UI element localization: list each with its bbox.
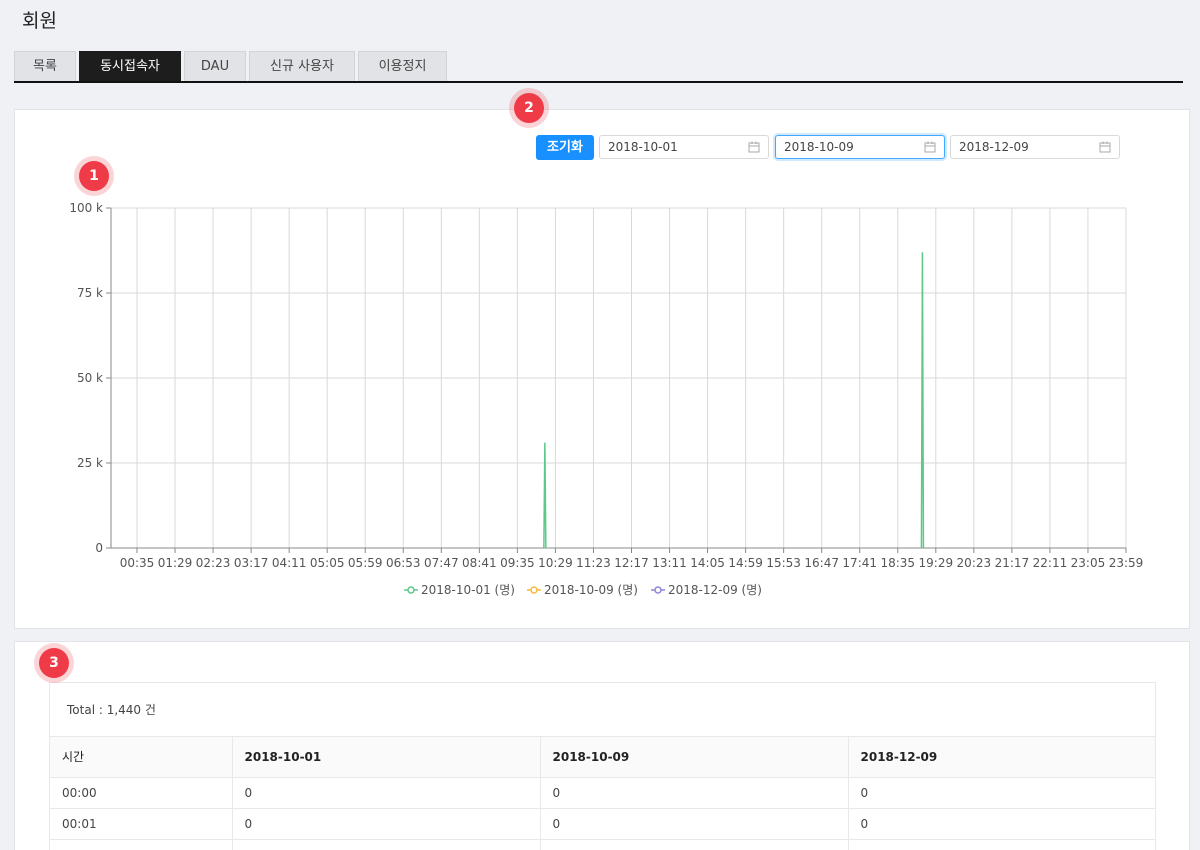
table-cell: 0 (540, 777, 849, 809)
x-tick-label: 10:29 (538, 556, 573, 570)
annotation-marker-3: 3 (39, 648, 69, 678)
x-tick-label: 13:11 (652, 556, 687, 570)
legend-swatch-dot (530, 586, 538, 594)
x-tick-label: 01:29 (158, 556, 193, 570)
x-tick-label: 12:17 (614, 556, 649, 570)
y-tick-label: 100 k (69, 201, 103, 215)
table-panel: Total : 1,440 건 시간 2018-10-01 2018-10-09… (14, 641, 1190, 850)
table-row: 00:00 0 0 0 (50, 777, 1155, 809)
data-table: 시간 2018-10-01 2018-10-09 2018-12-09 00:0… (50, 737, 1155, 850)
column-header-date1[interactable]: 2018-10-01 (232, 737, 541, 778)
tab-new-users[interactable]: 신규 사용자 (249, 51, 355, 81)
legend-label-2: 2018-10-09 (명) (544, 583, 638, 597)
table-cell: 0 (848, 839, 1155, 850)
tab-bar: 목록 동시접속자 DAU 신규 사용자 이용정지 (14, 51, 1183, 83)
x-tick-label: 23:59 (1109, 556, 1144, 570)
column-header-date3[interactable]: 2018-12-09 (848, 737, 1155, 778)
x-tick-label: 05:05 (310, 556, 345, 570)
table-cell: 00:02 (50, 839, 233, 850)
legend-swatch-dot (654, 586, 662, 594)
tab-dau[interactable]: DAU (184, 51, 246, 81)
x-tick-label: 15:53 (766, 556, 801, 570)
x-tick-label: 18:35 (880, 556, 915, 570)
tab-suspended[interactable]: 이용정지 (358, 51, 447, 81)
table-row: 00:02 0 0 0 (50, 839, 1155, 850)
table-cell: 0 (232, 808, 541, 840)
x-tick-label: 16:47 (804, 556, 839, 570)
x-tick-label: 00:35 (120, 556, 155, 570)
x-tick-label: 14:05 (690, 556, 725, 570)
table-cell: 0 (232, 839, 541, 850)
x-tick-label: 17:41 (842, 556, 877, 570)
annotation-marker-2: 2 (514, 93, 544, 123)
x-tick-label: 07:47 (424, 556, 459, 570)
page-title: 회원 (22, 10, 57, 32)
x-tick-label: 11:23 (576, 556, 611, 570)
table-cell: 0 (540, 839, 849, 850)
tab-list[interactable]: 목록 (14, 51, 76, 81)
tab-concurrent-users[interactable]: 동시접속자 (79, 51, 181, 81)
table-cell: 00:00 (50, 777, 233, 809)
annotation-marker-1: 1 (79, 161, 109, 191)
legend-label-1: 2018-10-01 (명) (421, 583, 515, 597)
x-tick-label: 04:11 (272, 556, 307, 570)
x-tick-label: 09:35 (500, 556, 535, 570)
x-tick-label: 03:17 (234, 556, 269, 570)
y-tick-label: 75 k (77, 286, 103, 300)
chart-panel: 조기화 2018-10-01 2018-10-09 2018-12-09 0 25… (14, 109, 1190, 629)
data-table-container: Total : 1,440 건 시간 2018-10-01 2018-10-09… (49, 682, 1156, 850)
concurrent-users-chart: 0 25 k 50 k 75 k 100 k 00:35 01:29 02:23 03:17 04… (69, 201, 1144, 597)
table-row: 00:01 0 0 0 (50, 808, 1155, 840)
legend-label-3: 2018-12-09 (명) (668, 583, 762, 597)
table-cell: 00:01 (50, 808, 233, 840)
x-tick-label: 02:23 (196, 556, 231, 570)
table-cell: 0 (848, 808, 1155, 840)
x-tick-label: 23:05 (1071, 556, 1106, 570)
x-tick-label: 14:59 (728, 556, 763, 570)
column-header-date2[interactable]: 2018-10-09 (540, 737, 849, 778)
table-cell: 0 (848, 777, 1155, 809)
x-tick-label: 22:11 (1033, 556, 1068, 570)
x-tick-label: 20:23 (957, 556, 992, 570)
series-1-spike (920, 252, 925, 549)
y-tick-label: 25 k (77, 456, 103, 470)
table-header-row: 시간 2018-10-01 2018-10-09 2018-12-09 (50, 737, 1155, 778)
table-cell: 0 (232, 777, 541, 809)
legend-swatch-dot (407, 586, 415, 594)
x-tick-label: 08:41 (462, 556, 497, 570)
y-tick-label: 50 k (77, 371, 103, 385)
series-1-spike (543, 442, 547, 549)
x-tick-label: 05:59 (348, 556, 383, 570)
x-tick-label: 06:53 (386, 556, 421, 570)
x-tick-label: 19:29 (919, 556, 954, 570)
y-tick-label: 0 (95, 541, 103, 555)
total-count: Total : 1,440 건 (50, 683, 1155, 737)
column-header-time: 시간 (50, 737, 233, 778)
table-cell: 0 (540, 808, 849, 840)
x-tick-label: 21:17 (995, 556, 1030, 570)
